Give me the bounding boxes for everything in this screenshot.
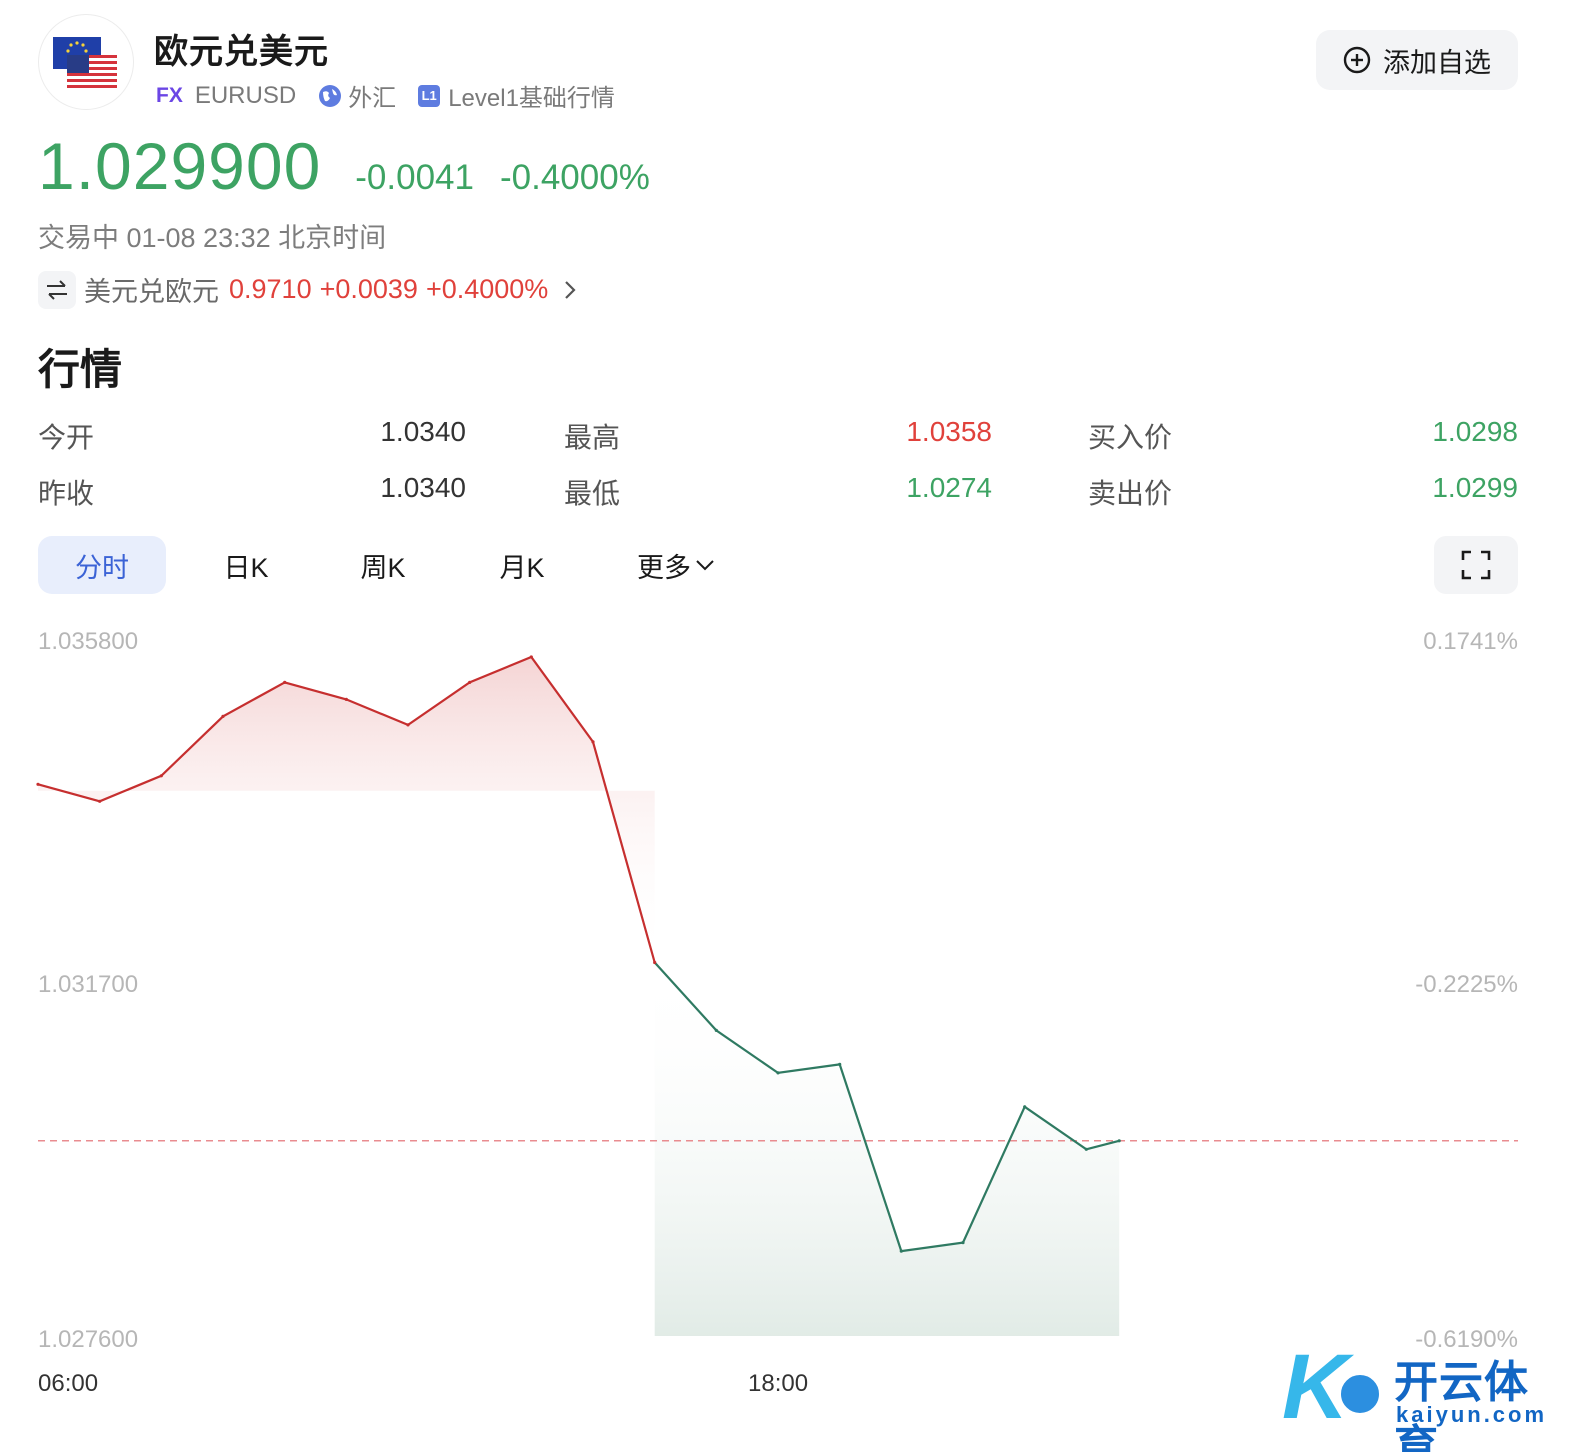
category-text: 外汇 (348, 85, 397, 112)
price-point (1084, 1147, 1088, 1151)
tab-monthly-k[interactable]: 月K (440, 536, 604, 594)
y-tick-left-top: 1.035800 (38, 628, 139, 655)
watermark-logo: K 开云体育 kaiyun.com (1282, 1341, 1562, 1452)
price-point (406, 723, 410, 727)
price-point (776, 1071, 780, 1075)
x-tick-start: 06:00 (38, 1370, 99, 1397)
bid-value: 1.0298 (1432, 416, 1518, 447)
price-point (221, 714, 225, 718)
instrument-meta: FX EURUSD 外汇 L1 Level1基础行情 (156, 78, 637, 113)
price-point (653, 960, 657, 965)
fx-badge: FX (156, 83, 183, 107)
tab-more[interactable]: 更多 (604, 536, 748, 594)
inverse-pair-value: 0.9710 (229, 274, 312, 304)
price-change: -0.0041 (355, 158, 474, 197)
price-change-pct: -0.4000% (500, 158, 650, 197)
inverse-pair-label: 美元兑欧元 (84, 277, 219, 307)
tab-more-label: 更多 (637, 552, 691, 583)
instrument-header: 欧元兑美元 FX EURUSD 外汇 L1 Level1基础行情 添加自选 (38, 14, 1518, 114)
currency-pair-flag-icon (38, 14, 134, 110)
low-label: 最低 (564, 478, 621, 509)
high-label: 最高 (564, 422, 621, 453)
open-label: 今开 (38, 422, 95, 453)
low-value: 1.0274 (906, 472, 992, 503)
tab-intraday-label: 分时 (75, 552, 129, 583)
symbol-code: EURUSD (195, 82, 296, 110)
chevron-down-icon (696, 560, 714, 571)
soccer-ball-icon (1338, 1372, 1382, 1416)
tab-daily-k[interactable]: 日K (166, 536, 326, 594)
price-point (961, 1241, 965, 1245)
intraday-chart-svg (36, 655, 1518, 1336)
chevron-right-icon (565, 280, 576, 299)
high-value: 1.0358 (906, 416, 992, 447)
category-tag: 外汇 (318, 78, 396, 113)
x-tick-mid: 18:00 (748, 1370, 809, 1397)
level-text: Level1基础行情 (448, 85, 615, 112)
price-point (529, 655, 533, 659)
watermark-en: kaiyun.com (1396, 1402, 1548, 1427)
ask-value: 1.0299 (1432, 472, 1518, 503)
add-watchlist-label: 添加自选 (1383, 47, 1491, 78)
price-point (1117, 1139, 1121, 1143)
price-point (714, 1028, 718, 1032)
price-point (98, 799, 102, 803)
price-point (1023, 1105, 1027, 1109)
price-point (838, 1062, 842, 1066)
tab-weekly-k[interactable]: 周K (326, 536, 440, 594)
price-point (591, 740, 595, 744)
bid-label: 买入价 (1088, 422, 1173, 453)
plus-circle-icon (1343, 46, 1371, 74)
y-tick-right-top: 0.1741% (1423, 628, 1518, 655)
watermark-cn: 开云体育 (1394, 1358, 1529, 1452)
y-tick-left-mid: 1.031700 (38, 971, 139, 998)
tab-weekly-k-label: 周K (360, 552, 406, 583)
globe-icon (319, 84, 342, 107)
tab-daily-k-label: 日K (223, 552, 269, 583)
trading-status: 交易中 01-08 23:32 北京时间 (38, 223, 387, 253)
inverse-pair-change-pct: +0.4000% (425, 274, 549, 304)
level-tag: L1 Level1基础行情 (418, 78, 615, 113)
price-area-down (654, 962, 1120, 1336)
price-point (899, 1249, 903, 1253)
price-point (468, 680, 472, 684)
open-value: 1.0340 (380, 416, 466, 447)
inverse-pair-change: +0.0039 (319, 274, 418, 304)
level-badge: L1 (418, 84, 441, 107)
price-point (36, 782, 40, 786)
prev-close-label: 昨收 (38, 478, 95, 509)
intraday-chart[interactable]: 1.035800 1.031700 1.027600 0.1741% -0.22… (0, 600, 1576, 1420)
inverse-pair-link[interactable]: 美元兑欧元 0.9710 +0.0039 +0.4000% (38, 270, 578, 309)
tab-intraday[interactable]: 分时 (38, 536, 166, 594)
section-title-quotes: 行情 (38, 346, 123, 393)
price-point (344, 697, 348, 701)
fullscreen-button[interactable] (1434, 536, 1518, 594)
instrument-title: 欧元兑美元 (154, 33, 329, 71)
y-tick-left-bottom: 1.027600 (38, 1326, 139, 1353)
symbol-text: EURUSD (194, 81, 297, 109)
swap-icon (38, 270, 76, 309)
ask-label: 卖出价 (1088, 478, 1173, 509)
chart-period-tabs: 分时 日K 周K 月K 更多 (38, 536, 748, 594)
y-tick-right-mid: -0.2225% (1415, 971, 1518, 998)
price-point (283, 680, 287, 684)
price-row: 1.029900 -0.0041 -0.4000% (38, 128, 650, 204)
add-watchlist-button[interactable]: 添加自选 (1316, 30, 1518, 90)
last-price: 1.029900 (38, 129, 322, 203)
fullscreen-icon (1461, 550, 1491, 580)
prev-close-value: 1.0340 (380, 472, 466, 503)
price-area-up (38, 657, 655, 963)
price-point (159, 774, 163, 778)
tab-monthly-k-label: 月K (499, 552, 545, 583)
